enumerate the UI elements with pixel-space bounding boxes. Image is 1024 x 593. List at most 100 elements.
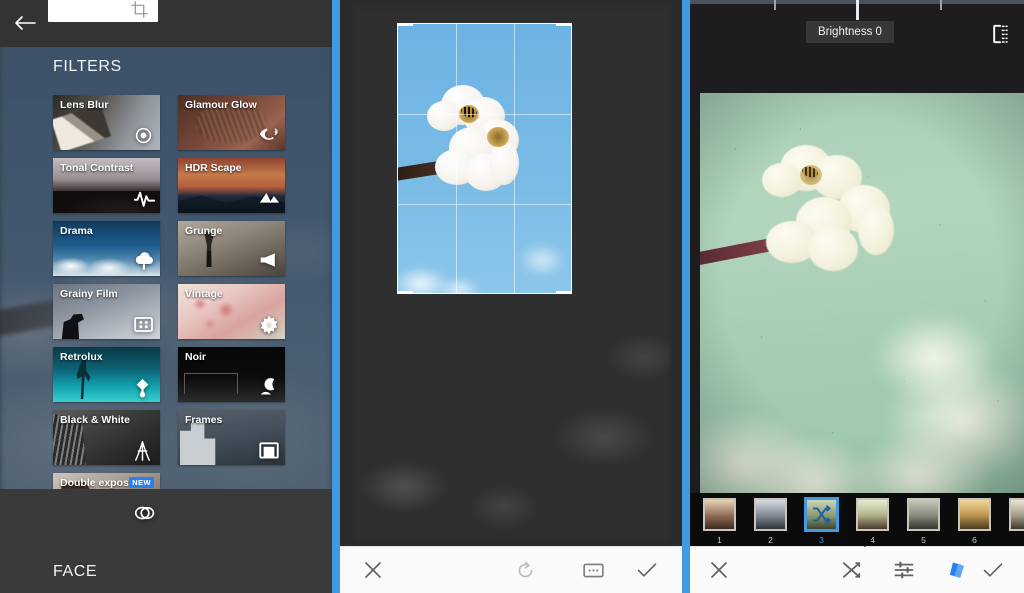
filter-label: Frames [185, 414, 222, 426]
gear-icon [259, 315, 278, 334]
slider-tick [774, 0, 776, 10]
filter-card-grainy-film[interactable]: Grainy Film [53, 284, 160, 339]
filter-label: Tonal Contrast [60, 162, 133, 174]
look-thumbnail-6[interactable]: 6 [949, 493, 1000, 545]
shuffle-icon [807, 500, 836, 529]
megaphone-icon [259, 252, 278, 271]
looks-cancel-button[interactable] [700, 547, 738, 593]
active-tab-pointer [858, 540, 872, 547]
filter-label: Glamour Glow [185, 99, 257, 111]
filter-label: Drama [60, 225, 93, 237]
look-number: 6 [972, 535, 977, 545]
filters-header [0, 0, 332, 47]
crop-rotate-button[interactable] [502, 547, 548, 593]
compare-split-icon[interactable] [988, 21, 1014, 47]
looks-stack-button[interactable] [937, 547, 975, 593]
looks-filmstrip[interactable]: 1 2 3 4 5 6 [690, 493, 1024, 549]
frame-icon [259, 441, 278, 460]
crop-panel [340, 0, 682, 593]
filter-card-retrolux[interactable]: Retrolux [53, 347, 160, 402]
look-thumbnail-image [805, 498, 838, 531]
look-thumbnail-image [856, 498, 889, 531]
filter-card-vintage[interactable]: Vintage [178, 284, 285, 339]
looks-confirm-button[interactable] [974, 547, 1012, 593]
filter-row: Grainy Film Vintage [53, 284, 285, 339]
vintage-vignette [700, 93, 1024, 493]
crop-cancel-button[interactable] [350, 547, 396, 593]
crop-icon [131, 1, 148, 18]
look-thumbnail-image [958, 498, 991, 531]
look-number: 1 [717, 535, 722, 545]
panel-divider-right [682, 0, 690, 593]
look-thumbnail-image [1009, 498, 1024, 531]
crop-preview-chip[interactable] [48, 0, 158, 22]
filter-card-drama[interactable]: Drama [53, 221, 160, 276]
diamond-bulb-icon [134, 378, 153, 397]
filter-card-tonal-contrast[interactable]: Tonal Contrast [53, 158, 160, 213]
crop-toolbar [340, 546, 682, 593]
look-thumbnail-2[interactable]: 2 [745, 493, 796, 545]
section-title-filters: FILTERS [53, 58, 122, 76]
looks-adjust-button[interactable] [885, 547, 923, 593]
filter-label: Grunge [185, 225, 222, 237]
photo-petal [427, 101, 461, 131]
look-thumbnail-3[interactable]: 3 [796, 493, 847, 545]
looks-shuffle-button[interactable] [834, 547, 872, 593]
eiffel-tower-icon [134, 441, 153, 460]
look-number: 5 [921, 535, 926, 545]
filters-grid: Lens Blur Glamour Glow [53, 95, 285, 536]
look-thumbnail-1[interactable]: 1 [694, 493, 745, 545]
filter-label: Grainy Film [60, 288, 118, 300]
looks-toolbar [690, 546, 1024, 593]
cloud-icon [134, 252, 153, 271]
double-exposure-icon [134, 504, 153, 523]
photo-cloud [502, 230, 572, 284]
filter-card-frames[interactable]: Frames [178, 410, 285, 465]
filter-card-hdr-scape[interactable]: HDR Scape [178, 158, 285, 213]
grain-square-icon [134, 315, 153, 334]
back-arrow-icon[interactable] [10, 8, 40, 38]
filter-label: HDR Scape [185, 162, 242, 174]
screenshot-stage: FILTERS Lens Blur Glamour Glow [0, 0, 1024, 593]
look-thumbnail-image [703, 498, 736, 531]
filter-row: Drama Grunge [53, 221, 285, 276]
look-number: 2 [768, 535, 773, 545]
moon-icon [259, 378, 278, 397]
new-badge: NEW [129, 477, 154, 488]
crop-photo [397, 23, 572, 294]
eye-icon [259, 126, 278, 145]
brightness-slider-thumb[interactable] [856, 0, 859, 20]
filter-row: Black & White Frames [53, 410, 285, 465]
crop-confirm-button[interactable] [624, 547, 670, 593]
photo-cloud [397, 248, 497, 294]
look-thumbnail-image [754, 498, 787, 531]
filter-label: Noir [185, 351, 206, 363]
photo-flower-core [487, 127, 509, 147]
filter-label: Vintage [185, 288, 223, 300]
section-title-face: FACE [53, 563, 97, 581]
look-thumbnail-7[interactable] [1000, 493, 1024, 535]
face-section: FACE [0, 489, 332, 593]
filters-panel: FILTERS Lens Blur Glamour Glow [0, 0, 332, 593]
crop-canvas[interactable] [340, 0, 682, 546]
filter-label: Retrolux [60, 351, 103, 363]
look-thumbnail-5[interactable]: 5 [898, 493, 949, 545]
filter-label: Lens Blur [60, 99, 108, 111]
filter-row: Tonal Contrast HDR Scape [53, 158, 285, 213]
slider-tick [940, 0, 942, 10]
filter-row: Lens Blur Glamour Glow [53, 95, 285, 150]
crop-aspect-ratio-button[interactable] [570, 547, 616, 593]
filter-card-black-and-white[interactable]: Black & White [53, 410, 160, 465]
filter-card-noir[interactable]: Noir [178, 347, 285, 402]
filter-row: Retrolux Noir [53, 347, 285, 402]
looks-photo[interactable] [700, 93, 1024, 493]
filter-label: Black & White [60, 414, 130, 426]
brightness-tooltip: Brightness 0 [806, 21, 894, 43]
filter-card-grunge[interactable]: Grunge [178, 221, 285, 276]
look-thumbnail-image [907, 498, 940, 531]
mountain-icon [259, 189, 278, 208]
look-thumbnail-4[interactable]: 4 [847, 493, 898, 545]
filter-card-lens-blur[interactable]: Lens Blur [53, 95, 160, 150]
panel-divider-left [332, 0, 340, 593]
filter-card-glamour-glow[interactable]: Glamour Glow [178, 95, 285, 150]
